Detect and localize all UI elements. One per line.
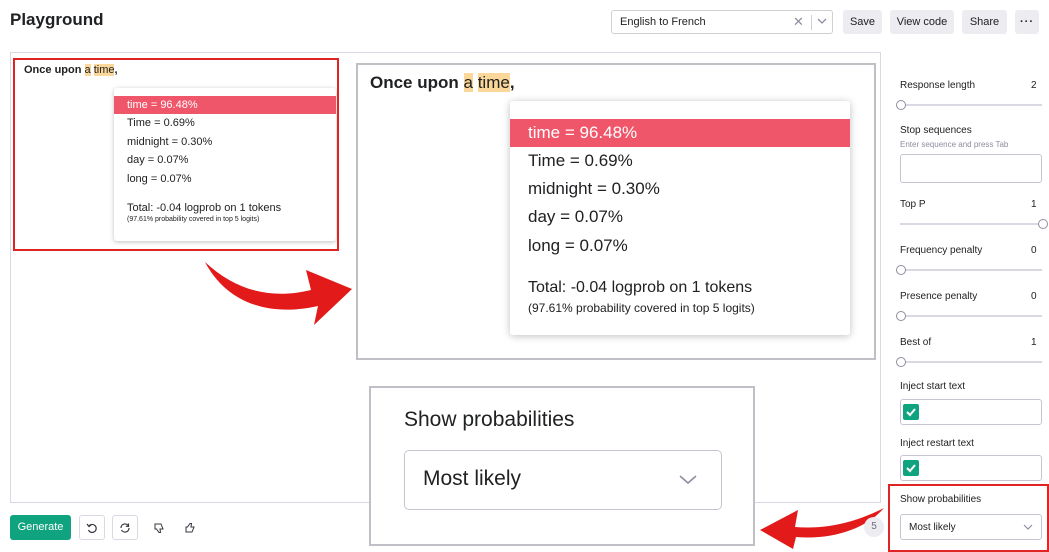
top-p-value: 1 — [1031, 199, 1037, 210]
frequency-penalty-slider[interactable] — [900, 269, 1042, 271]
stop-sequences-label: Stop sequences — [900, 125, 972, 136]
inject-start-text-checkbox[interactable] — [903, 404, 919, 420]
inject-restart-text-label: Inject restart text — [900, 438, 974, 449]
thumbs-up-icon — [185, 522, 195, 533]
top-p-slider-thumb[interactable] — [1038, 219, 1048, 229]
presence-penalty-slider[interactable] — [900, 315, 1042, 317]
presence-penalty-label: Presence penalty — [900, 291, 978, 302]
response-length-slider[interactable] — [900, 104, 1042, 106]
best-of-slider[interactable] — [900, 361, 1042, 363]
frequency-penalty-label: Frequency penalty — [900, 245, 983, 256]
response-length-slider-thumb[interactable] — [896, 100, 906, 110]
regenerate-icon — [120, 522, 130, 533]
thumbs-up-button[interactable] — [178, 515, 202, 540]
thumbs-down-button[interactable] — [147, 515, 171, 540]
best-of-slider-thumb[interactable] — [896, 357, 906, 367]
generate-button[interactable]: Generate — [10, 515, 71, 540]
frequency-penalty-value: 0 — [1031, 245, 1037, 256]
token-count-badge: 5 — [864, 517, 884, 537]
checkmark-icon — [906, 408, 916, 417]
top-p-label: Top P — [900, 199, 926, 210]
presence-penalty-value: 0 — [1031, 291, 1037, 302]
response-length-label: Response length — [900, 80, 976, 91]
undo-button[interactable] — [79, 515, 105, 540]
inject-restart-text-field[interactable] — [900, 455, 1042, 481]
frequency-penalty-slider-thumb[interactable] — [896, 265, 906, 275]
stop-sequences-input[interactable] — [900, 154, 1042, 183]
stop-sequences-hint: Enter sequence and press Tab — [900, 140, 1009, 149]
top-p-slider[interactable] — [900, 223, 1042, 225]
best-of-label: Best of — [900, 337, 932, 348]
undo-icon — [86, 523, 97, 533]
best-of-value: 1 — [1031, 337, 1037, 348]
inject-start-text-field[interactable] — [900, 399, 1042, 425]
response-length-value: 2 — [1031, 80, 1037, 91]
presence-penalty-slider-thumb[interactable] — [896, 311, 906, 321]
regenerate-button[interactable] — [112, 515, 138, 540]
arrow-to-zoomed-popover — [205, 262, 352, 325]
callout-box-show-probabilities — [888, 484, 1049, 552]
inject-start-text-label: Inject start text — [900, 381, 966, 392]
inject-restart-text-checkbox[interactable] — [903, 460, 919, 476]
thumbs-down-icon — [154, 523, 164, 533]
checkmark-icon — [906, 464, 916, 473]
